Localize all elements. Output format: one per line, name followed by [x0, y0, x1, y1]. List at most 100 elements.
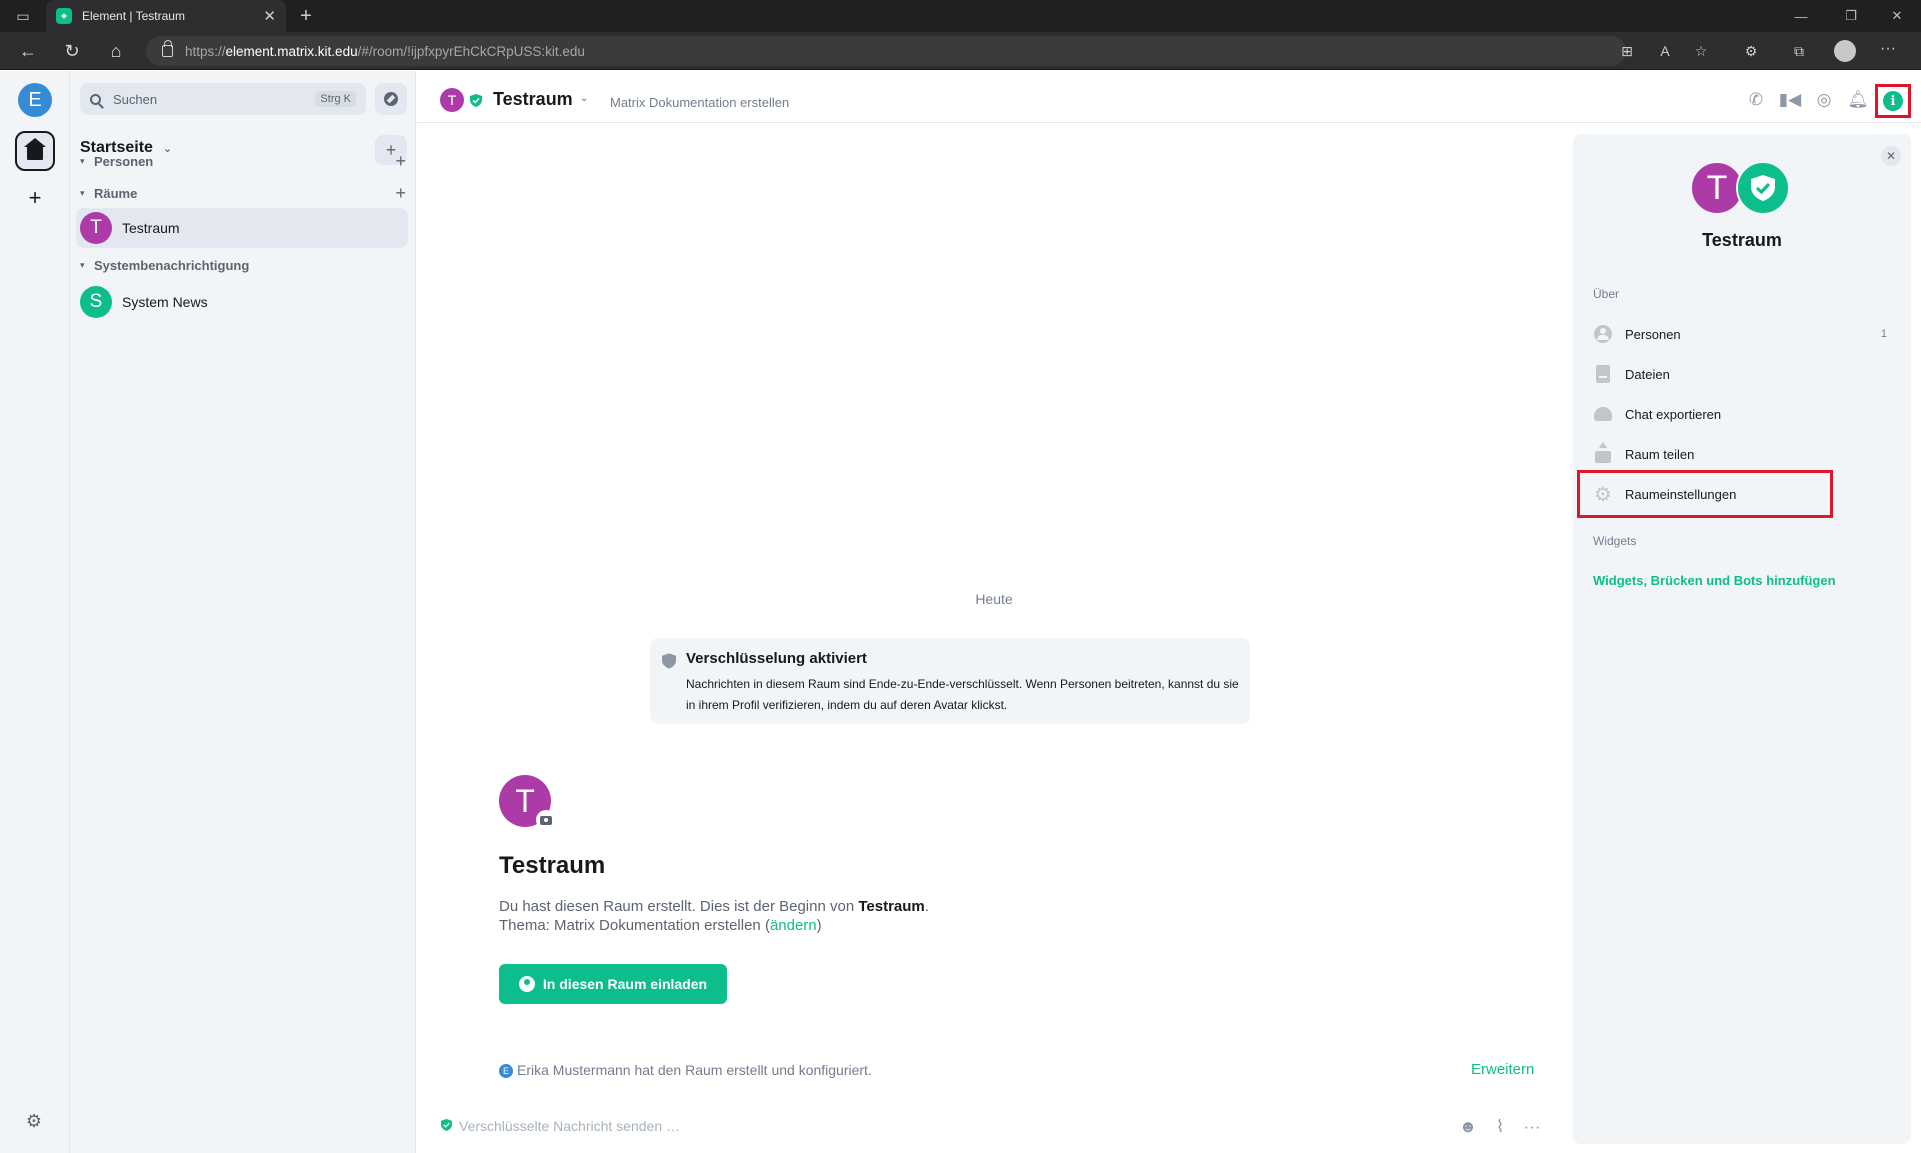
browser-address-bar: ← ↻ ⌂ https://element.matrix.kit.edu/#/r… — [0, 32, 1921, 70]
new-room-description: Du hast diesen Raum erstellt. Dies ist d… — [499, 898, 929, 934]
shield-check-icon — [470, 94, 482, 107]
spaces-bar: E + ⚙ — [0, 71, 70, 1153]
event-summary: Erika Mustermann hat den Raum erstellt u… — [517, 1062, 872, 1078]
export-icon — [1593, 404, 1613, 424]
chevron-down-icon: ▾ — [80, 155, 85, 166]
plus-icon[interactable]: + — [395, 183, 406, 204]
search-icon[interactable]: ◎ — [1813, 90, 1835, 110]
room-topic[interactable]: Matrix Dokumentation erstellen — [610, 95, 789, 110]
invite-label: In diesen Raum einladen — [542, 976, 708, 992]
compass-icon — [384, 92, 398, 106]
room-summary-panel: ✕ T Testraum Über Personen 1 Dateien Cha… — [1573, 134, 1911, 1144]
video-icon[interactable]: ▮◀ — [1779, 90, 1801, 110]
chevron-down-icon: ▾ — [80, 187, 85, 198]
apps-icon[interactable]: ⊞ — [1616, 40, 1638, 62]
upload-avatar-button[interactable] — [536, 810, 556, 830]
profile-icon[interactable] — [1834, 40, 1856, 62]
date-separator: Heute — [975, 591, 1013, 607]
emoji-icon[interactable]: ☻ — [1457, 1116, 1479, 1138]
invite-user-icon — [518, 976, 535, 992]
room-tile-testraum[interactable]: T Testraum — [76, 208, 408, 248]
plus-icon[interactable]: + — [294, 4, 318, 28]
room-avatar[interactable]: T — [440, 88, 464, 112]
home-space-button[interactable] — [15, 131, 55, 171]
url-text: https://element.matrix.kit.edu/#/room/!i… — [185, 43, 585, 59]
user-avatar[interactable]: E — [499, 1064, 513, 1078]
shield-check-icon — [441, 1119, 452, 1131]
browser-tab[interactable]: ✦ Element | Testraum ✕ — [46, 0, 286, 32]
people-item[interactable]: Personen 1 — [1587, 316, 1897, 352]
section-label: Systembenachrichtigung — [94, 257, 250, 273]
favorite-icon[interactable]: ☆ — [1690, 40, 1712, 62]
room-avatar: T — [80, 212, 112, 244]
lock-icon[interactable] — [162, 40, 173, 57]
files-icon — [1593, 364, 1613, 384]
people-icon — [1593, 324, 1613, 344]
gear-icon[interactable]: ⚙ — [24, 1111, 44, 1131]
collections-icon[interactable]: ⧉ — [1788, 40, 1810, 62]
add-widgets-link[interactable]: Widgets, Brücken und Bots hinzufügen — [1593, 573, 1836, 588]
room-avatar: S — [80, 286, 112, 318]
message-composer: Verschlüsselte Nachricht senden … ☻ ⌇ ··… — [417, 1103, 1571, 1153]
room-info-button[interactable]: i — [1875, 84, 1911, 118]
export-chat-item[interactable]: Chat exportieren — [1587, 396, 1897, 432]
message-input[interactable]: Verschlüsselte Nachricht senden … — [459, 1118, 680, 1134]
close-window-icon[interactable]: ✕ — [1882, 4, 1912, 28]
section-rooms[interactable]: ▾ Räume + — [80, 183, 410, 203]
phone-icon[interactable]: ✆ — [1745, 90, 1767, 110]
search-input[interactable]: Suchen Strg K — [80, 83, 366, 115]
room-name[interactable]: Testraum — [493, 89, 573, 110]
user-avatar[interactable]: E — [18, 83, 52, 117]
encryption-description: Nachrichten in diesem Raum sind Ende-zu-… — [686, 677, 1239, 712]
room-name: System News — [122, 294, 208, 310]
files-item[interactable]: Dateien — [1587, 356, 1897, 392]
share-room-item[interactable]: Raum teilen — [1587, 436, 1897, 472]
more-icon[interactable]: ··· — [1880, 40, 1896, 58]
verified-badge — [1736, 161, 1790, 215]
search-placeholder: Suchen — [113, 91, 158, 107]
attachment-icon[interactable]: ⌇ — [1489, 1116, 1511, 1138]
invite-button[interactable]: In diesen Raum einladen — [499, 964, 727, 1004]
home-icon — [24, 138, 46, 160]
expand-link[interactable]: Erweitern — [1471, 1061, 1534, 1078]
plus-icon[interactable]: + — [395, 151, 406, 172]
encryption-title: Verschlüsselung aktiviert — [686, 650, 867, 667]
minimize-icon[interactable]: — — [1786, 4, 1816, 28]
url-field[interactable]: https://element.matrix.kit.edu/#/room/!i… — [146, 36, 1626, 66]
tab-actions-icon[interactable]: ▭ — [12, 6, 34, 26]
room-name: Testraum — [1702, 230, 1782, 250]
room-tile-system-news[interactable]: S System News — [76, 282, 408, 322]
explore-rooms-button[interactable] — [375, 83, 407, 115]
back-arrow-icon[interactable]: ← — [14, 38, 42, 64]
read-aloud-icon[interactable]: A — [1654, 40, 1676, 62]
change-topic-link[interactable]: ändern — [770, 917, 817, 934]
new-room-title: Testraum — [499, 852, 606, 879]
close-icon[interactable]: ✕ — [263, 7, 276, 25]
extensions-icon[interactable]: ⚙ — [1740, 40, 1762, 62]
bell-icon[interactable]: 🔔︎ — [1847, 90, 1869, 110]
about-section-label: Über — [1593, 287, 1620, 301]
browser-tab-bar: ▭ ✦ Element | Testraum ✕ + — ❐ ✕ — [0, 0, 1921, 32]
section-label: Räume — [94, 185, 138, 201]
home-icon[interactable]: ⌂ — [102, 38, 130, 64]
search-shortcut: Strg K — [315, 91, 356, 107]
room-name: Testraum — [122, 220, 180, 236]
info-icon: i — [1883, 91, 1903, 111]
section-system[interactable]: ▾ Systembenachrichtigung — [80, 255, 410, 275]
tab-title: Element | Testraum — [82, 9, 185, 23]
shield-check-icon — [1751, 175, 1775, 201]
room-header: T Testraum ⌄ Matrix Dokumentation erstel… — [417, 71, 1921, 123]
highlight-box — [1577, 470, 1833, 518]
section-label: Personen — [94, 153, 154, 169]
widgets-section-label: Widgets — [1593, 534, 1637, 548]
close-icon[interactable]: ✕ — [1881, 146, 1901, 166]
section-people[interactable]: ▾ Personen + — [80, 151, 410, 171]
plus-icon[interactable]: + — [24, 185, 46, 210]
restore-icon[interactable]: ❐ — [1836, 4, 1866, 28]
member-count: 1 — [1880, 328, 1887, 340]
search-icon — [90, 93, 101, 105]
more-options-icon[interactable]: ··· — [1521, 1116, 1543, 1138]
room-timeline: Heute Verschlüsselung aktiviert Nachrich… — [417, 124, 1571, 1153]
chevron-down-icon[interactable]: ⌄ — [580, 93, 588, 104]
refresh-icon[interactable]: ↻ — [58, 38, 86, 64]
